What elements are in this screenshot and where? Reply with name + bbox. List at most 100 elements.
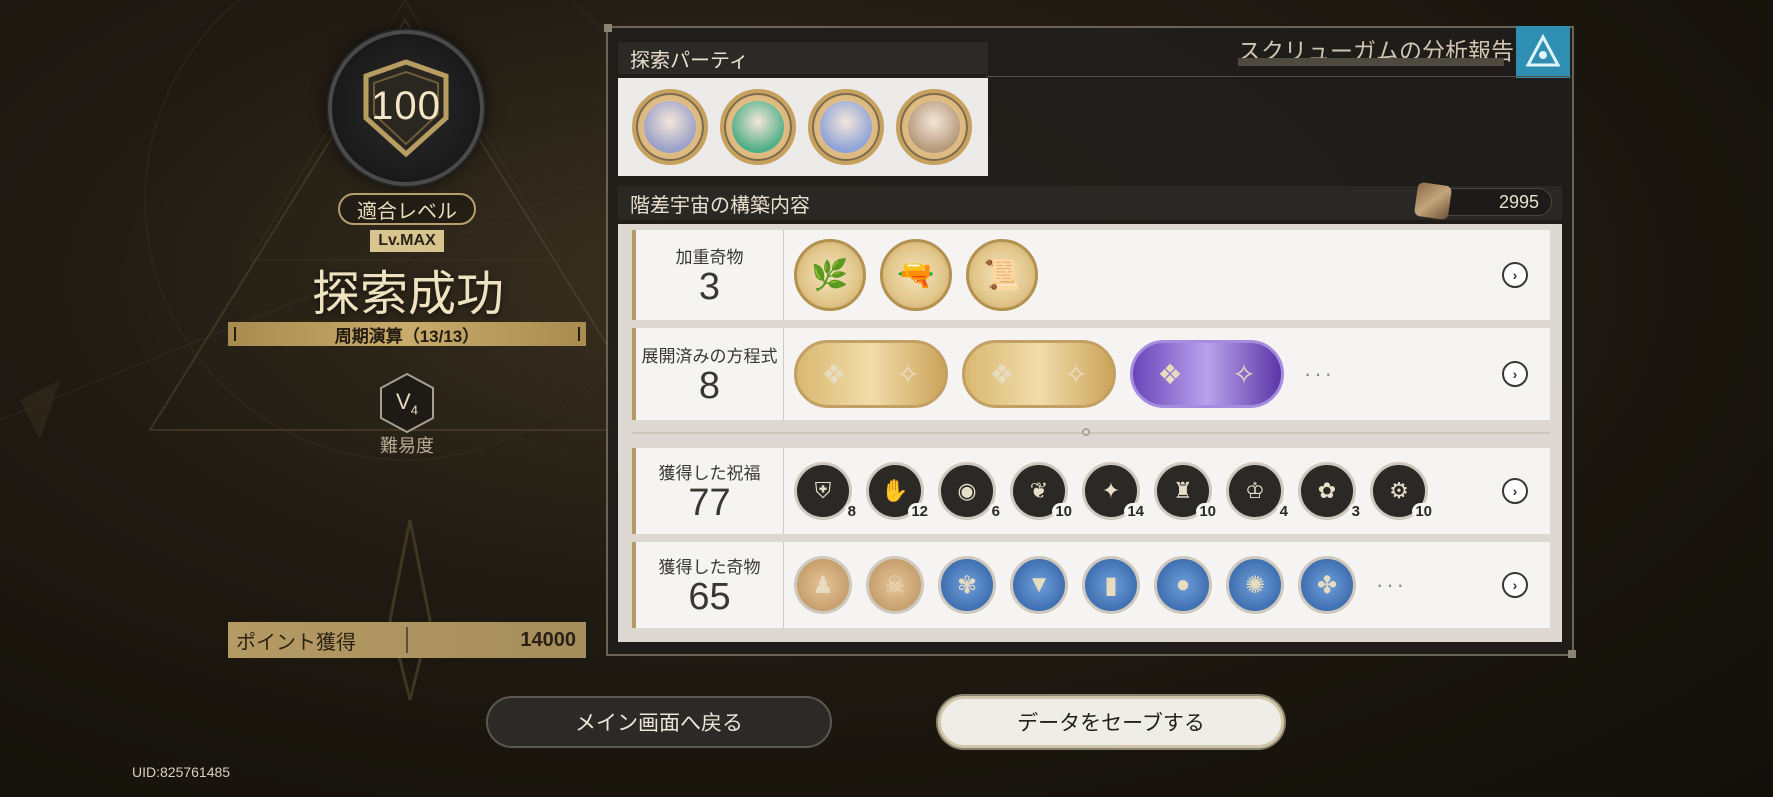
blessing-glyph: ♜ (1173, 478, 1193, 503)
difficulty-label: 難易度 (380, 436, 434, 456)
report-title-underline (1238, 58, 1504, 66)
party-header: 探索パーティ (618, 42, 988, 74)
points-value: 14000 (520, 628, 576, 651)
blessing-glyph: ✋ (881, 478, 909, 503)
difficulty-badge: V4 (376, 372, 438, 434)
blessing-glyph: ✿ (1317, 478, 1337, 503)
char-blue-hair-avatar (820, 101, 872, 153)
row-label: 獲得した祝福 77 (636, 448, 784, 534)
equation-path-icon: ✧ (1064, 358, 1088, 390)
level-number: 100 (371, 83, 441, 128)
more-ellipsis: ··· (1376, 572, 1407, 597)
equations-title: 展開済みの方程式 (641, 346, 778, 366)
chevron-right-icon[interactable]: › (1502, 361, 1528, 387)
lv-max-badge: Lv.MAX (370, 230, 444, 252)
blessings-count: 77 (688, 481, 731, 524)
blessing-glyph: ◉ (957, 478, 977, 503)
blessing-path-icon[interactable]: ⚙ 10 (1370, 462, 1435, 520)
equations-items: ❖ ✧ ❖ ✧ ❖ ✧ ··· (784, 328, 1502, 420)
party-member-portrait[interactable] (632, 89, 708, 165)
snowflake-triangle-icon (1516, 26, 1570, 78)
char-white-hair-avatar (908, 101, 960, 153)
blessing-glyph: ⛨ (814, 478, 832, 503)
chevron-right-icon[interactable]: › (1502, 262, 1528, 288)
weighted-curio-icon[interactable]: 📜 (966, 239, 1038, 311)
blessing-count: 14 (1124, 503, 1147, 520)
blessing-count: 10 (1412, 503, 1435, 520)
equation-path-icon: ✧ (896, 358, 920, 390)
curio-icon[interactable]: ▼ (1010, 556, 1068, 614)
blessing-count: 10 (1052, 503, 1075, 520)
blessings-row[interactable]: 獲得した祝福 77 ⛨ 8 ✋ 12 ◉ 6 ❦ 10 ✦ 14 ♜ 10 ♔ 4 ✿ 3 ⚙ 10 › (632, 448, 1550, 534)
weighted-curios-title: 加重奇物 (675, 247, 744, 267)
blessing-glyph: ❦ (1029, 478, 1049, 503)
curio-icon[interactable]: ✾ (938, 556, 996, 614)
blessing-count: 10 (1196, 503, 1219, 520)
party-members (618, 78, 988, 176)
chevron-right-icon[interactable]: › (1502, 478, 1528, 504)
blessings-title: 獲得した祝福 (658, 463, 761, 483)
blessing-glyph: ✦ (1101, 478, 1121, 503)
bar-tick (578, 327, 580, 341)
equation-path-icon: ❖ (989, 358, 1015, 390)
chevron-right-icon[interactable]: › (1502, 572, 1528, 598)
points-label: ポイント獲得 (228, 627, 408, 654)
equation-path-icon: ❖ (821, 358, 847, 390)
curios-title: 獲得した奇物 (658, 557, 761, 577)
difficulty-value: V4 (396, 389, 418, 417)
blessing-path-icon[interactable]: ⛨ 8 (794, 462, 859, 520)
curio-icon[interactable]: ✤ (1298, 556, 1356, 614)
curio-icon[interactable]: ● (1154, 556, 1212, 614)
save-data-button[interactable]: データをセーブする (938, 696, 1284, 748)
blessing-count: 3 (1348, 503, 1363, 520)
curios-items: ♟ ☠ ✾ ▼ ▮ ● ✺ ✤ ··· (784, 542, 1502, 628)
blessing-path-icon[interactable]: ✦ 14 (1082, 462, 1147, 520)
equation-card[interactable]: ❖ ✧ (962, 340, 1116, 408)
difficulty-letter: V (396, 388, 411, 414)
char-green-hair-avatar (732, 101, 784, 153)
curio-icon[interactable]: ▮ (1082, 556, 1140, 614)
char-silver-hair-avatar (644, 101, 696, 153)
equations-count: 8 (698, 364, 721, 407)
equation-card[interactable]: ❖ ✧ (794, 340, 948, 408)
blessing-count: 12 (908, 503, 931, 520)
curio-icon[interactable]: ☠ (866, 556, 924, 614)
row-label: 獲得した奇物 65 (636, 542, 784, 628)
weighted-curio-icon[interactable]: 🌿 (794, 239, 866, 311)
shield-icon: 100 (354, 56, 458, 160)
report-divider (986, 76, 1574, 77)
blessing-path-icon[interactable]: ♔ 4 (1226, 462, 1291, 520)
blessing-count: 8 (844, 503, 859, 520)
back-to-main-button[interactable]: メイン画面へ戻る (486, 696, 832, 748)
bar-tick (234, 327, 236, 341)
party-member-portrait[interactable] (720, 89, 796, 165)
party-member-portrait[interactable] (896, 89, 972, 165)
blessing-glyph: ⚙ (1389, 478, 1409, 503)
weighted-curio-icon[interactable]: 🔫 (880, 239, 952, 311)
weighted-curios-items: 🌿 🔫 📜 (784, 230, 1502, 320)
blessing-glyph: ♔ (1245, 478, 1265, 503)
blessing-path-icon[interactable]: ❦ 10 (1010, 462, 1075, 520)
curio-icon[interactable]: ♟ (794, 556, 852, 614)
level-badge: 100 (328, 30, 484, 186)
equation-card[interactable]: ❖ ✧ (1130, 340, 1284, 408)
result-title: 探索成功 (311, 266, 504, 322)
blessing-count: 4 (1276, 503, 1291, 520)
weighted-curios-row[interactable]: 加重奇物 3 🌿 🔫 📜 › (632, 230, 1550, 320)
blessing-path-icon[interactable]: ✋ 12 (866, 462, 931, 520)
cycle-progress-bar: 周期演算（13/13） (228, 322, 586, 346)
blessing-path-icon[interactable]: ◉ 6 (938, 462, 1003, 520)
curios-row[interactable]: 獲得した奇物 65 ♟ ☠ ✾ ▼ ▮ ● ✺ ✤ ··· › (632, 542, 1550, 628)
blessing-path-icon[interactable]: ✿ 3 (1298, 462, 1363, 520)
row-divider (632, 432, 1550, 434)
curio-icon[interactable]: ✺ (1226, 556, 1284, 614)
party-member-portrait[interactable] (808, 89, 884, 165)
divider-dot (1082, 428, 1090, 436)
uid-label: UID:825761485 (132, 764, 231, 780)
equation-path-icon: ❖ (1157, 358, 1183, 390)
cosmic-fragment-icon (1413, 181, 1453, 221)
frame-corner (604, 24, 612, 32)
blessing-path-icon[interactable]: ♜ 10 (1154, 462, 1219, 520)
equations-row[interactable]: 展開済みの方程式 8 ❖ ✧ ❖ ✧ ❖ ✧ ··· › (632, 328, 1550, 420)
fit-level-label: 適合レベル (338, 193, 476, 225)
